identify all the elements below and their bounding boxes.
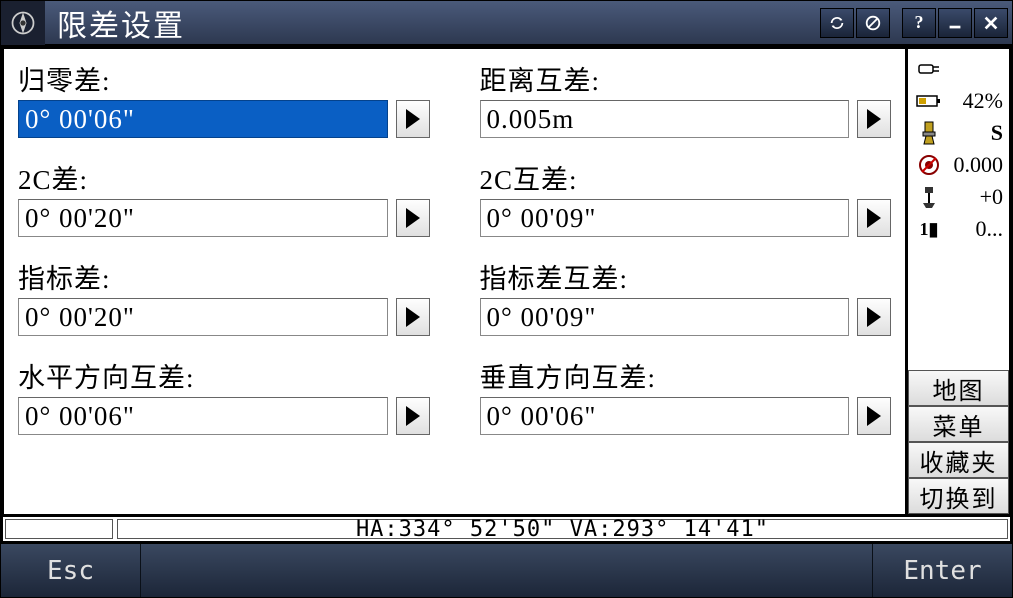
field-2c: 2C差: 0° 00'20" xyxy=(18,158,430,237)
horizontal-input[interactable]: 0° 00'06" xyxy=(18,397,388,435)
vertical-input[interactable]: 0° 00'06" xyxy=(480,397,850,435)
field-label: 距离互差: xyxy=(480,59,892,98)
statusbar: HA:334° 52'50" VA:293° 14'41" xyxy=(1,517,1012,543)
mode-row: S xyxy=(910,117,1007,149)
mode-value: S xyxy=(944,120,1003,146)
dropdown-arrow-icon[interactable] xyxy=(857,298,891,336)
target-row: 0.000 xyxy=(910,149,1007,181)
titlebar: 限差设置 ? xyxy=(1,1,1012,45)
dist-value: 0.000 xyxy=(944,152,1003,178)
2c-input[interactable]: 0° 00'20" xyxy=(18,199,388,237)
dropdown-arrow-icon[interactable] xyxy=(857,397,891,435)
status-sidebar: 42% S 0.000 +0 1▮ 0... xyxy=(908,45,1012,517)
offset-row: +0 xyxy=(910,181,1007,213)
form-area: 归零差: 0° 00'06" 2C差: 0° 00'20" 指标差: xyxy=(1,45,908,517)
field-label: 指标差: xyxy=(18,257,430,296)
target-icon xyxy=(914,154,944,176)
index-diff-input[interactable]: 0° 00'09" xyxy=(480,298,850,336)
status-seg-left xyxy=(5,519,113,539)
count-row: 1▮ 0... xyxy=(910,213,1007,245)
battery-row: 42% xyxy=(910,85,1007,117)
plug-icon xyxy=(914,61,944,77)
help-button[interactable]: ? xyxy=(902,8,936,38)
menu-button[interactable]: 菜单 xyxy=(908,406,1009,442)
distance-input[interactable]: 0.005m xyxy=(480,100,850,138)
dropdown-arrow-icon[interactable] xyxy=(396,100,430,138)
field-index: 指标差: 0° 00'20" xyxy=(18,257,430,336)
angle-readout: HA:334° 52'50" VA:293° 14'41" xyxy=(117,519,1008,539)
zero-tolerance-input[interactable]: 0° 00'06" xyxy=(18,100,388,138)
app-icon xyxy=(1,1,45,45)
bottombar: Esc Enter xyxy=(1,543,1012,597)
dropdown-arrow-icon[interactable] xyxy=(396,397,430,435)
field-vertical: 垂直方向互差: 0° 00'06" xyxy=(480,356,892,435)
prism-icon xyxy=(914,185,944,209)
count-icon: 1▮ xyxy=(914,219,944,240)
instrument-icon xyxy=(914,120,944,146)
esc-button[interactable]: Esc xyxy=(1,544,141,597)
favorites-button[interactable]: 收藏夹 xyxy=(908,442,1009,478)
field-label: 指标差互差: xyxy=(480,257,892,296)
enter-button[interactable]: Enter xyxy=(872,544,1012,597)
sync-icon[interactable] xyxy=(820,8,854,38)
count-value: 0... xyxy=(944,216,1003,242)
dropdown-arrow-icon[interactable] xyxy=(857,199,891,237)
close-button[interactable] xyxy=(974,8,1008,38)
dropdown-arrow-icon[interactable] xyxy=(396,199,430,237)
field-2c-diff: 2C互差: 0° 00'09" xyxy=(480,158,892,237)
power-plug-row xyxy=(910,53,1007,85)
switch-button[interactable]: 切换到 xyxy=(908,478,1009,514)
cancel-icon[interactable] xyxy=(856,8,890,38)
battery-value: 42% xyxy=(944,88,1003,114)
offset-value: +0 xyxy=(944,184,1003,210)
field-horizontal: 水平方向互差: 0° 00'06" xyxy=(18,356,430,435)
2c-diff-input[interactable]: 0° 00'09" xyxy=(480,199,850,237)
dropdown-arrow-icon[interactable] xyxy=(857,100,891,138)
index-input[interactable]: 0° 00'20" xyxy=(18,298,388,336)
field-label: 2C互差: xyxy=(480,158,892,197)
field-label: 水平方向互差: xyxy=(18,356,430,395)
minimize-button[interactable] xyxy=(938,8,972,38)
field-index-diff: 指标差互差: 0° 00'09" xyxy=(480,257,892,336)
field-zero-tolerance: 归零差: 0° 00'06" xyxy=(18,59,430,138)
field-label: 2C差: xyxy=(18,158,430,197)
map-button[interactable]: 地图 xyxy=(908,370,1009,406)
field-label: 垂直方向互差: xyxy=(480,356,892,395)
field-distance: 距离互差: 0.005m xyxy=(480,59,892,138)
field-label: 归零差: xyxy=(18,59,430,98)
window-title: 限差设置 xyxy=(45,1,820,45)
battery-icon xyxy=(914,94,944,108)
dropdown-arrow-icon[interactable] xyxy=(396,298,430,336)
